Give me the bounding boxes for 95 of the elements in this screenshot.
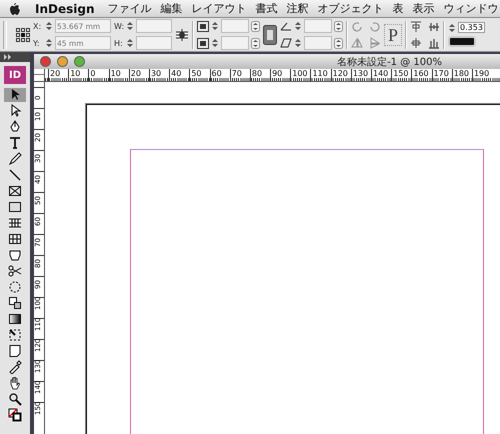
minimize-button[interactable]	[57, 56, 68, 67]
menu-item[interactable]: 書式	[246, 1, 278, 16]
menu-item[interactable]: ファイル	[98, 1, 152, 16]
spinner-icon[interactable]	[211, 21, 219, 31]
ruler-label: 50	[190, 69, 202, 78]
tool-button[interactable]	[4, 88, 26, 102]
stroke-style-swatch[interactable]	[448, 36, 476, 47]
ruler-label: 70	[230, 69, 243, 78]
type-tool-icon	[8, 136, 22, 150]
fill-stroke-icon	[8, 408, 22, 422]
spinner-icon[interactable]	[45, 21, 53, 31]
ruler-label: 180	[452, 69, 470, 78]
indesign-logo: ID	[4, 66, 26, 84]
ruler-label: 10	[110, 69, 122, 78]
menu-item[interactable]: 表示	[404, 1, 434, 16]
field-label: W:	[114, 22, 124, 30]
eyedropper-tool-icon	[8, 360, 22, 374]
pen-tool-icon	[8, 120, 22, 134]
horizontal-scale-icon[interactable]	[197, 20, 209, 32]
ruler-label: 10	[69, 69, 82, 78]
input-field[interactable]	[136, 36, 172, 50]
menu-item[interactable]: レイアウト	[182, 1, 246, 16]
zoom-button[interactable]	[74, 56, 85, 67]
ruler-label: 190	[472, 69, 490, 78]
apple-icon[interactable]	[9, 2, 21, 16]
spinner-icon[interactable]	[45, 38, 53, 48]
align-center-icon[interactable]	[410, 36, 422, 48]
dropdown-field[interactable]	[304, 19, 332, 33]
close-button[interactable]	[40, 56, 51, 67]
gradient-tool-icon	[8, 312, 22, 326]
input-field[interactable]	[136, 19, 172, 33]
pencil-tool-icon	[8, 152, 22, 166]
stroke-weight-field[interactable]: 0.353	[458, 22, 485, 33]
ruler-label: 80	[250, 69, 264, 78]
line-tool-icon	[8, 168, 22, 182]
dropdown-arrows-icon[interactable]	[251, 38, 260, 48]
reference-point-icon[interactable]	[16, 28, 30, 42]
zoom-tool-icon	[8, 392, 22, 406]
dropdown-field[interactable]	[221, 36, 249, 50]
ruler-label: 90	[271, 69, 284, 78]
field-label: Y:	[33, 38, 41, 48]
spinner-icon[interactable]	[294, 21, 302, 31]
rectangle-tool-icon	[8, 200, 22, 214]
grid-icon	[8, 216, 22, 230]
scale-tool-icon	[8, 296, 22, 310]
field-label: X:	[33, 22, 42, 30]
scale-toggle-icon[interactable]	[263, 24, 277, 44]
shear-icon[interactable]	[280, 38, 292, 48]
ruler-label: 20	[49, 69, 62, 78]
menu-item[interactable]: オブジェクト	[308, 1, 384, 16]
ruler-label: 140	[372, 69, 390, 78]
field-label: H:	[114, 38, 124, 48]
collapse-arrows-icon[interactable]	[4, 54, 12, 60]
align-top-icon[interactable]	[410, 20, 422, 32]
ruler-label: 20	[130, 69, 142, 78]
distribute-icon[interactable]	[428, 20, 440, 32]
vertical-scale-icon[interactable]	[197, 38, 209, 48]
menu-item[interactable]: 表	[384, 1, 404, 16]
dropdown-arrows-icon[interactable]	[334, 20, 343, 32]
dropdown-field[interactable]	[304, 36, 332, 50]
dropdown-field[interactable]	[221, 19, 249, 33]
ruler-label: 0	[89, 69, 96, 78]
ruler-label: 60	[210, 69, 223, 78]
constrain-proportions-icon[interactable]	[175, 28, 189, 42]
ruler-label: 100	[291, 69, 309, 78]
note-tool-icon	[8, 344, 22, 358]
dropdown-arrows-icon[interactable]	[251, 20, 260, 32]
frame-tool-icon	[8, 184, 22, 198]
ruler-label: 130	[352, 69, 370, 78]
ruler-label: 160	[412, 69, 430, 78]
spinner-icon[interactable]	[126, 21, 134, 31]
rotate-angle-icon[interactable]	[280, 21, 292, 31]
rotate-tool-icon	[8, 280, 22, 294]
paragraph-reference-icon[interactable]: P	[384, 24, 402, 46]
menu-item[interactable]: 編集	[152, 1, 182, 16]
spinner-icon[interactable]	[211, 38, 219, 48]
ruler-label: 170	[432, 69, 450, 78]
dropdown-arrows-icon[interactable]	[334, 38, 343, 48]
hand-tool-icon	[8, 376, 22, 390]
distribute-bottom-icon[interactable]	[428, 36, 440, 48]
ruler-origin[interactable]	[34, 69, 45, 81]
scissors-tool-icon	[8, 264, 22, 278]
ruler-label: 40	[170, 69, 182, 78]
spinner-icon[interactable]	[126, 38, 134, 48]
ruler-label: 30	[150, 69, 162, 78]
window-title: 名称未設定-1 @ 100%	[337, 56, 442, 68]
ruler-label: 110	[311, 69, 329, 78]
menu-item[interactable]: ウィンドウ	[434, 1, 498, 16]
spinner-icon[interactable]	[294, 38, 302, 48]
gradient-feather-icon	[8, 328, 22, 342]
ruler-label: 120	[332, 69, 349, 78]
table-icon	[8, 232, 22, 246]
ruler-label: 150	[392, 69, 410, 78]
app-menu[interactable]: InDesign	[21, 2, 98, 16]
menu-item[interactable]: 注釈	[278, 1, 308, 16]
